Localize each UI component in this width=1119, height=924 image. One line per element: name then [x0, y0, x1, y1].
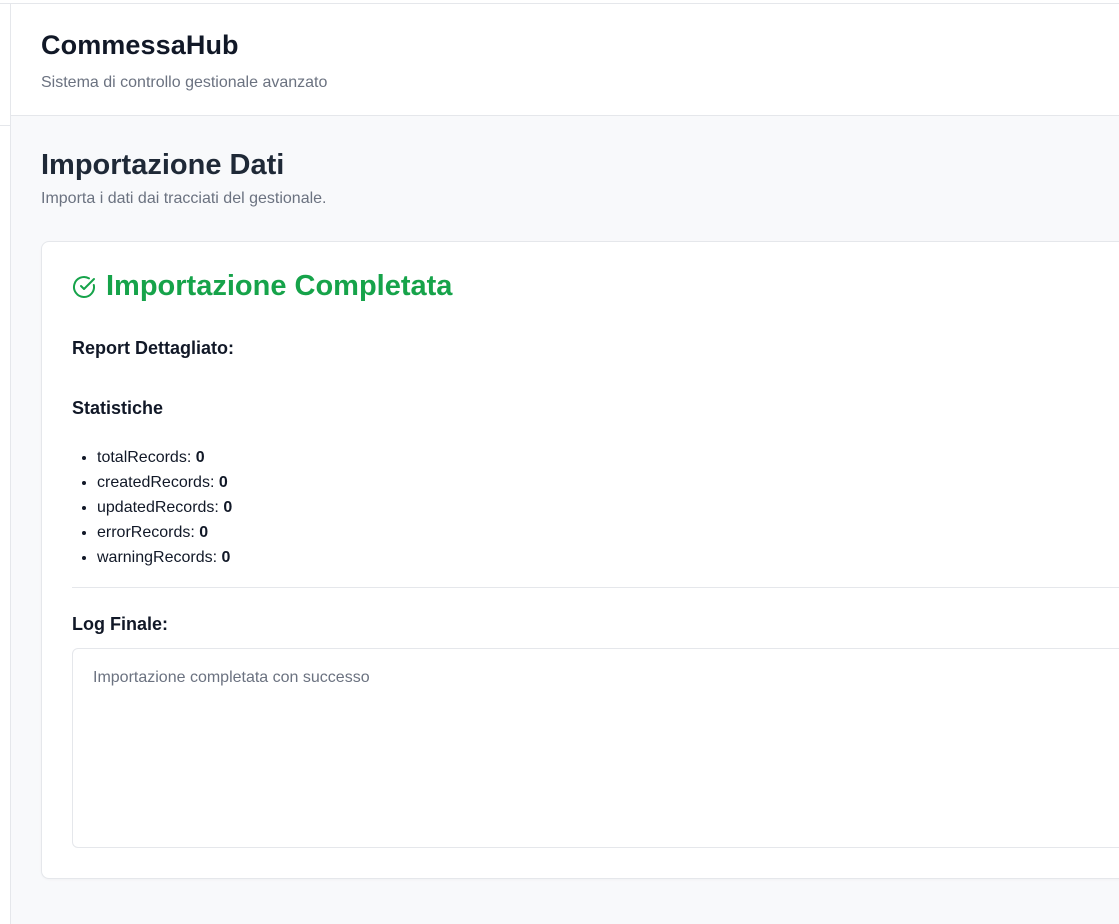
section-divider: [72, 587, 1119, 588]
stats-list: totalRecords: 0 createdRecords: 0 update…: [72, 445, 232, 570]
stat-label: createdRecords:: [97, 474, 215, 491]
main-content: Importazione Dati Importa i dati dai tra…: [11, 116, 1119, 924]
log-heading: Log Finale:: [72, 614, 168, 634]
page-title: Importazione Dati: [41, 149, 285, 181]
stats-heading: Statistiche: [72, 398, 164, 418]
list-item: totalRecords: 0: [97, 445, 232, 470]
app-title: CommessaHub: [41, 30, 239, 60]
report-heading: Report Dettagliato:: [72, 338, 234, 358]
sidebar-divider: [0, 125, 11, 126]
stat-label: warningRecords:: [97, 549, 218, 566]
stat-label: updatedRecords:: [97, 499, 219, 516]
stat-label: errorRecords:: [97, 524, 195, 541]
import-result-card: Importazione Completata Report Dettaglia…: [41, 241, 1119, 879]
log-textarea[interactable]: Importazione completata con successo: [72, 648, 1119, 848]
list-item: warningRecords: 0: [97, 545, 232, 570]
check-circle-icon: [72, 275, 96, 299]
list-item: createdRecords: 0: [97, 470, 232, 495]
app-subtitle: Sistema di controllo gestionale avanzato: [41, 74, 328, 91]
list-item: errorRecords: 0: [97, 520, 232, 545]
stat-value: 0: [199, 524, 209, 541]
sidebar-edge: [0, 4, 11, 924]
stat-value: 0: [218, 474, 228, 491]
status-row: Importazione Completata: [72, 270, 452, 303]
stat-value: 0: [223, 499, 233, 516]
page-subtitle: Importa i dati dai tracciati del gestion…: [41, 190, 327, 207]
stat-value: 0: [195, 449, 205, 466]
status-title: Importazione Completata: [106, 270, 453, 302]
list-item: updatedRecords: 0: [97, 495, 232, 520]
top-strip: [0, 0, 1119, 4]
stat-value: 0: [221, 549, 231, 566]
app-header: CommessaHub Sistema di controllo gestion…: [11, 5, 1119, 116]
stat-label: totalRecords:: [97, 449, 192, 466]
